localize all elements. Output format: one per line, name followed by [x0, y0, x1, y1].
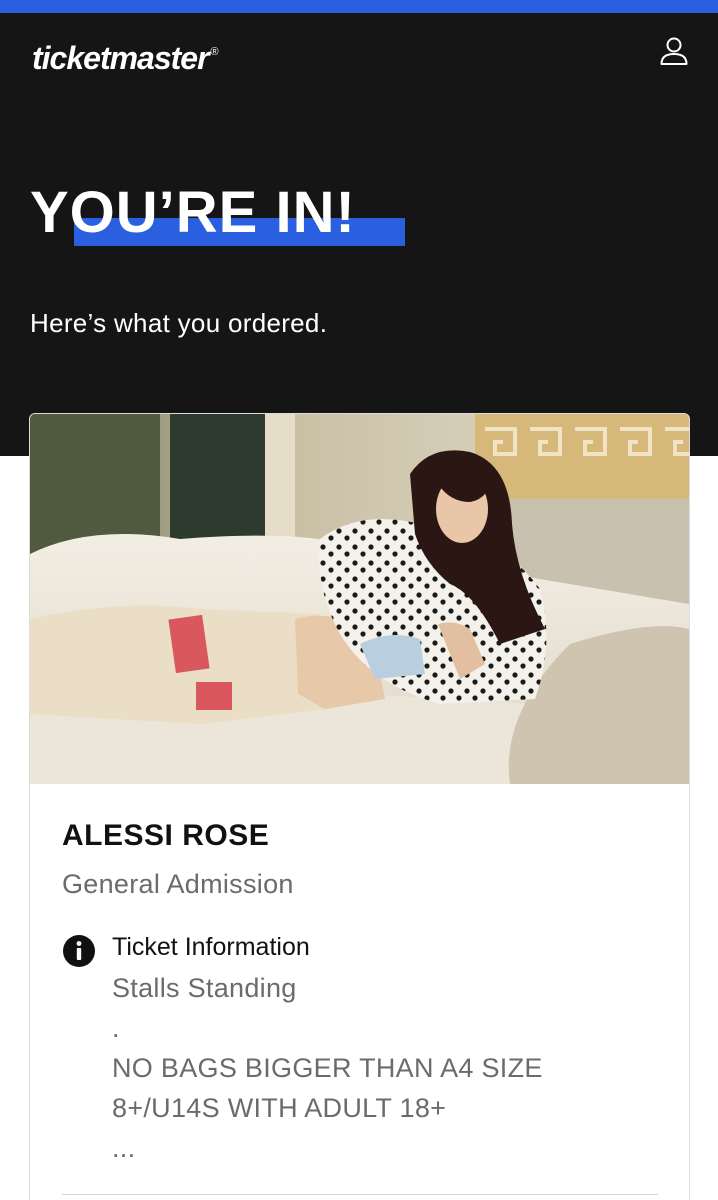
event-artist-photo — [30, 414, 689, 784]
ticket-info-title: Ticket Information — [112, 933, 310, 961]
ticket-info-more[interactable]: ... — [112, 1128, 543, 1168]
event-name: ALESSI ROSE — [62, 819, 270, 852]
page-title: YOU’RE IN! — [30, 180, 356, 245]
ticket-info-details: Stalls Standing . NO BAGS BIGGER THAN A4… — [112, 968, 543, 1168]
top-accent-bar — [0, 0, 718, 13]
ticket-info-line: 8+/U14S WITH ADULT 18+ — [112, 1093, 447, 1123]
logo-text: ticketmaster — [32, 40, 210, 76]
ticketmaster-logo[interactable]: ticketmaster ® — [32, 40, 219, 77]
registered-mark: ® — [210, 46, 219, 58]
ticket-info-line: NO BAGS BIGGER THAN A4 SIZE — [112, 1053, 543, 1083]
info-icon — [63, 935, 95, 967]
card-divider — [62, 1194, 658, 1195]
order-card: ALESSI ROSE General Admission Ticket Inf… — [29, 413, 690, 1200]
page-subtitle: Here’s what you ordered. — [30, 308, 328, 338]
ticket-info-line: . — [112, 1013, 120, 1043]
user-icon — [660, 37, 688, 65]
account-button[interactable] — [656, 33, 692, 69]
ticket-info-line: Stalls Standing — [112, 973, 297, 1003]
admission-type: General Admission — [62, 869, 294, 899]
